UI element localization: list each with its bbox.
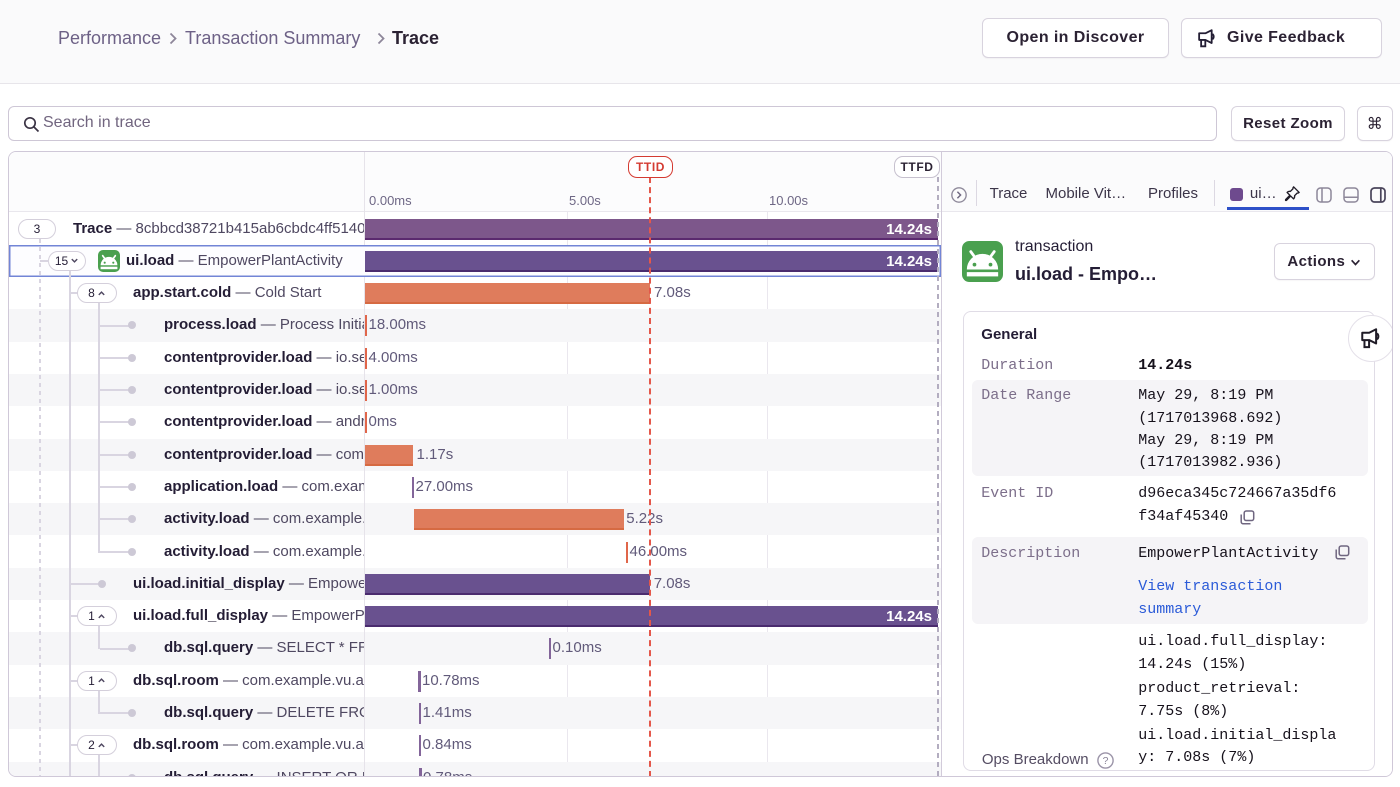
svg-text:?: ? <box>1103 755 1109 767</box>
